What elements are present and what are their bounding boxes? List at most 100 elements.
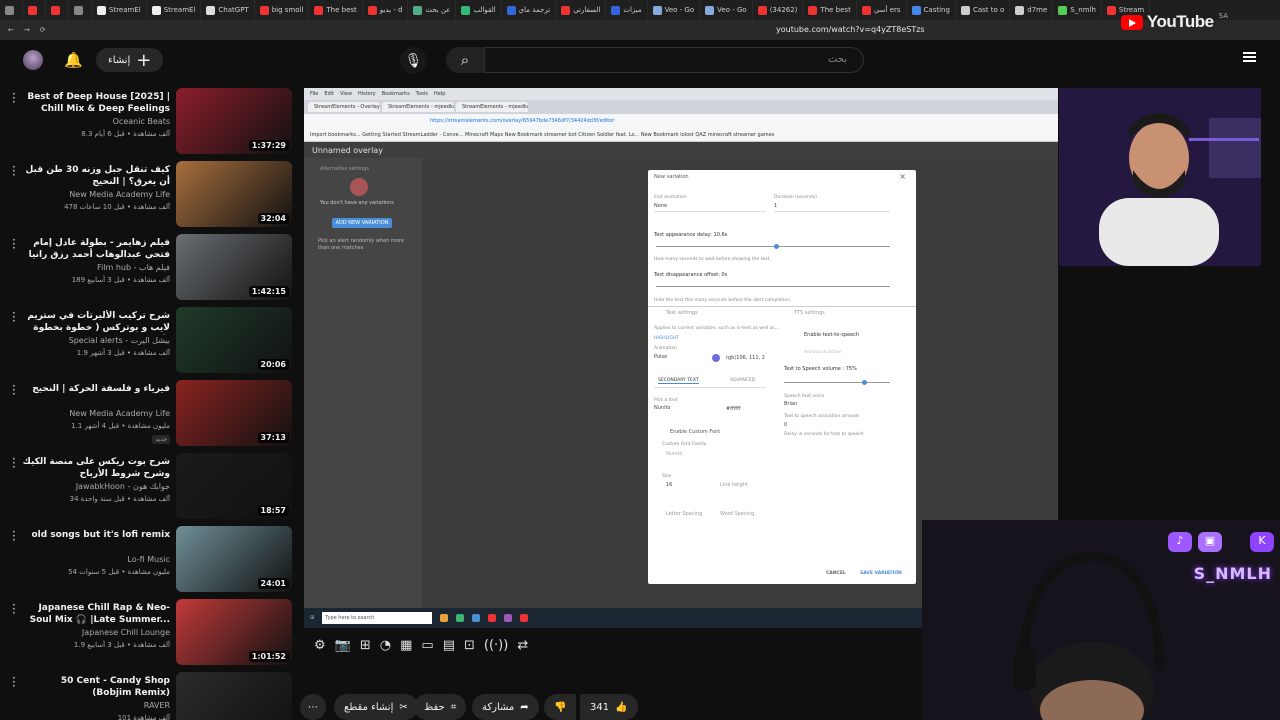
- list-item[interactable]: · · · 24:01 old songs but it's lofi remix Lo-…: [0, 526, 296, 598]
- video-title[interactable]: old songs but it's lofi remix: [20, 529, 170, 541]
- list-item[interactable]: · · · 1:37:29 Best of Deep House [2025] | Ch…: [0, 88, 296, 160]
- video-title[interactable]: شرح تركيب الأليرتات في ستريم لايب و بوتر…: [20, 310, 170, 335]
- screen-icon[interactable]: ▭: [421, 638, 433, 653]
- list-item[interactable]: · · · 20:06 شرح تركيب الأليرتات في ستريم لاي…: [0, 307, 296, 379]
- video-thumbnail[interactable]: 24:01: [176, 526, 292, 592]
- list-item[interactable]: · · · 18:57 شرح بوت ريكس على منصة الكيك وشرح…: [0, 453, 296, 525]
- more-options-icon[interactable]: · · ·: [12, 672, 16, 692]
- list-item[interactable]: · · · 37:13 فيزياء و فلسفة الحركة | النحيج Ne…: [0, 380, 296, 452]
- browser-tab[interactable]: Cast to o: [956, 0, 1011, 20]
- channel-name[interactable]: Film hub - فيلم هاب: [97, 263, 170, 272]
- browser-tab[interactable]: StreamEl: [147, 0, 202, 20]
- more-options-icon[interactable]: · · ·: [12, 88, 16, 108]
- add-box-icon[interactable]: ⊞: [360, 638, 371, 653]
- video-title[interactable]: 50 Cent - Candy Shop (Bobjim Remix): [20, 675, 170, 699]
- browser-tab[interactable]: يديو - d: [363, 0, 409, 20]
- speed-icon[interactable]: ◔: [380, 638, 391, 653]
- more-options-icon[interactable]: · · ·: [12, 526, 16, 546]
- film-icon[interactable]: ▤: [443, 638, 455, 653]
- duration-label: Duration (seconds): [774, 195, 817, 200]
- search-input[interactable]: بحث: [484, 47, 864, 73]
- more-options-icon[interactable]: · · ·: [12, 307, 16, 327]
- browser-tab[interactable]: The best: [309, 0, 363, 20]
- list-item[interactable]: · · · 1:42:15 فيلم زهايمر - بطولة عادل إمام …: [0, 234, 296, 306]
- channel-name[interactable]: Oceanic Beats: [113, 117, 170, 126]
- video-thumbnail[interactable]: 18:57: [176, 453, 292, 519]
- camera-icon[interactable]: 📷: [335, 638, 351, 653]
- channel-name[interactable]: Special alerts - بيشل اليرت: [69, 336, 170, 345]
- list-item[interactable]: · · · 1:01:52 Japanese Chill Rap & Neo-Soul …: [0, 599, 296, 671]
- browser-tab[interactable]: StreamEl: [92, 0, 147, 20]
- reload-icon[interactable]: ⟳: [40, 26, 46, 34]
- clip-button[interactable]: إنشاء مقطع ✂: [334, 694, 418, 720]
- audio-icon[interactable]: ((·)): [484, 638, 508, 653]
- browser-tab[interactable]: S_nmlh: [1053, 0, 1102, 20]
- browser-tab[interactable]: big smoll: [255, 0, 310, 20]
- more-options-icon[interactable]: · · ·: [12, 453, 16, 473]
- browser-tab[interactable]: (34262): [753, 0, 804, 20]
- video-title[interactable]: Best of Deep House [2025] | Chill Mix & …: [20, 91, 170, 116]
- url-field[interactable]: youtube.com/watch?v=q4yZT8eSTzs: [776, 25, 925, 34]
- list-item[interactable]: · · · 32:04 كيف تنقل جبل وزنه 30 طن قبل أن ي…: [0, 161, 296, 233]
- channel-name[interactable]: RAVER: [144, 701, 170, 710]
- video-title[interactable]: كيف تنقل جبل وزنه 30 طن قبل أن يغرق؟ | ا…: [20, 164, 170, 188]
- video-thumbnail[interactable]: 1:37:29: [176, 88, 292, 154]
- browser-tab[interactable]: The best: [803, 0, 857, 20]
- avatar[interactable]: [23, 50, 43, 70]
- forward-icon[interactable]: →: [24, 26, 30, 34]
- more-options-icon[interactable]: · · ·: [12, 234, 16, 254]
- clip-icon[interactable]: ▦: [400, 638, 412, 653]
- record-icon[interactable]: ⊡: [464, 638, 475, 653]
- browser-tab[interactable]: d7me: [1010, 0, 1054, 20]
- browser-tab[interactable]: ميزات: [606, 0, 648, 20]
- settings-gear-icon[interactable]: ⚙: [314, 638, 326, 653]
- browser-tab[interactable]: السفارتي: [556, 0, 607, 20]
- video-thumbnail[interactable]: 1:01:52: [176, 599, 292, 665]
- create-button[interactable]: إنشاء +: [96, 48, 164, 72]
- voice-search-button[interactable]: 🎙: [400, 47, 427, 74]
- more-options-icon[interactable]: · · ·: [12, 161, 16, 181]
- channel-name[interactable]: Japanese Chill Lounge: [82, 628, 170, 637]
- video-thumbnail[interactable]: 1:42:15: [176, 234, 292, 300]
- browser-tab[interactable]: أسي ers: [857, 0, 907, 20]
- video-thumbnail[interactable]: 20:06: [176, 307, 292, 373]
- video-thumbnail[interactable]: [176, 672, 292, 720]
- browser-tab[interactable]: القوالب: [456, 0, 502, 20]
- save-button[interactable]: حفظ ⌗: [414, 694, 467, 720]
- browser-tab[interactable]: Veo - Go: [648, 0, 701, 20]
- back-icon[interactable]: ←: [8, 26, 14, 34]
- like-button[interactable]: 341 👍: [580, 694, 638, 720]
- video-thumbnail[interactable]: 32:04: [176, 161, 292, 227]
- browser-tab[interactable]: [23, 0, 46, 20]
- channel-name[interactable]: New Media Academy Life: [69, 190, 170, 199]
- share-button[interactable]: مشاركة ➦: [472, 694, 539, 720]
- video-title[interactable]: Japanese Chill Rap & Neo-Soul Mix 🎧 |Lat…: [20, 602, 170, 626]
- browser-tab[interactable]: [69, 0, 92, 20]
- video-title[interactable]: فيلم زهايمر - بطولة عادل إمام فتحي عبدال…: [20, 237, 170, 262]
- video-thumbnail[interactable]: 37:13: [176, 380, 292, 446]
- tab-label: Veo - Go: [664, 6, 695, 14]
- more-options-icon[interactable]: · · ·: [12, 599, 16, 619]
- browser-tab[interactable]: Casting: [907, 0, 956, 20]
- browser-tab[interactable]: ترجمة ماي: [502, 0, 557, 20]
- channel-name[interactable]: New Media Academy Life: [69, 409, 170, 418]
- browser-tab[interactable]: [0, 0, 23, 20]
- channel-name[interactable]: JawabkHoon - جوابك هون: [76, 482, 170, 491]
- youtube-logo[interactable]: YouTube SA: [1120, 12, 1228, 32]
- video-title[interactable]: فيزياء و فلسفة الحركة | النحيج: [20, 383, 170, 395]
- notifications-bell-icon[interactable]: 🔔: [64, 51, 83, 69]
- channel-name[interactable]: Lo-fi Music: [127, 555, 170, 564]
- menu-icon[interactable]: [1243, 52, 1256, 62]
- browser-tab[interactable]: Veo - Go: [700, 0, 753, 20]
- browser-tab[interactable]: عن بحث: [408, 0, 457, 20]
- browser-tab[interactable]: ChatGPT: [201, 0, 255, 20]
- loop-icon[interactable]: ⇄: [517, 638, 528, 653]
- dislike-button[interactable]: 👎: [544, 694, 577, 720]
- browser-tab-strip: StreamEl StreamEl ChatGPT big smoll The best…: [0, 0, 1280, 20]
- more-actions-button[interactable]: ⋯: [300, 694, 326, 720]
- browser-tab[interactable]: [46, 0, 69, 20]
- search-button[interactable]: ⌕: [446, 47, 484, 73]
- video-title[interactable]: شرح بوت ريكس على منصة الكيك وشرح شروط ال…: [20, 456, 170, 480]
- more-options-icon[interactable]: · · ·: [12, 380, 16, 400]
- list-item[interactable]: · · · 50 Cent - Candy Shop (Bobjim Remix) RA…: [0, 672, 296, 720]
